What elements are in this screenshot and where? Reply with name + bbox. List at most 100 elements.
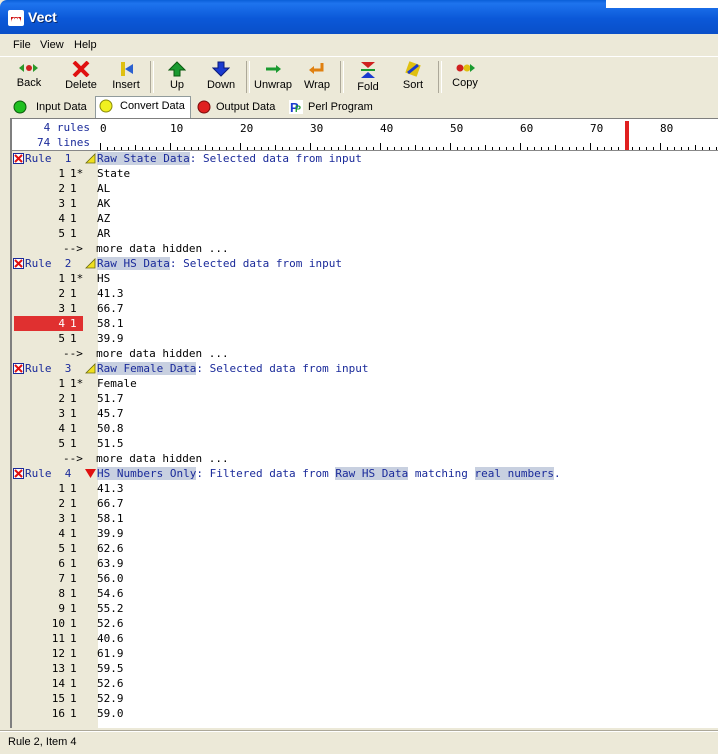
- data-row[interactable]: 13 1 59.5: [12, 661, 718, 676]
- tab-convert-data[interactable]: Convert Data: [95, 96, 191, 118]
- data-row[interactable]: 6 1 63.9: [12, 556, 718, 571]
- rule-name-link[interactable]: Raw State Data: [97, 152, 190, 165]
- delete-button[interactable]: Delete: [60, 59, 102, 95]
- filter-triangle-icon[interactable]: [85, 468, 96, 479]
- data-row[interactable]: 1 1* HS: [12, 271, 718, 286]
- ruler-tick: [394, 147, 395, 150]
- row-number: 2: [58, 392, 65, 405]
- rule-source-link[interactable]: Raw HS Data: [335, 467, 409, 480]
- data-row[interactable]: 5 1 62.6: [12, 541, 718, 556]
- magnet-icon: [8, 10, 24, 26]
- insert-button[interactable]: Insert: [106, 59, 146, 95]
- data-row[interactable]: 11 1 40.6: [12, 631, 718, 646]
- menu-view[interactable]: View: [40, 39, 64, 51]
- data-row[interactable]: 4 1 39.9: [12, 526, 718, 541]
- data-row[interactable]: 2 1 AL: [12, 181, 718, 196]
- select-triangle-icon[interactable]: [85, 153, 96, 164]
- data-row[interactable]: 5 1 AR: [12, 226, 718, 241]
- delete-rule-icon[interactable]: [13, 153, 24, 164]
- ruler-tick: [520, 143, 521, 150]
- row-number: 5: [58, 332, 65, 345]
- rule-header[interactable]: Rule 1 Raw State Data: Selected data from…: [12, 151, 718, 166]
- ruler-tick: [415, 145, 416, 150]
- rule-name-link[interactable]: Raw Female Data: [97, 362, 197, 375]
- copy-button[interactable]: Copy: [446, 59, 484, 95]
- delete-rule-icon[interactable]: [13, 363, 24, 374]
- row-value: State: [97, 167, 131, 180]
- data-row[interactable]: 2 1 51.7: [12, 391, 718, 406]
- ruler-tick: [254, 147, 255, 150]
- data-row[interactable]: 9 1 55.2: [12, 601, 718, 616]
- ruler-tick: [359, 147, 360, 150]
- data-row[interactable]: 4 1 50.8: [12, 421, 718, 436]
- down-button[interactable]: Down: [202, 59, 240, 95]
- data-row[interactable]: 15 1 52.9: [12, 691, 718, 706]
- ruler-tick: [198, 147, 199, 150]
- row-number: 6: [58, 557, 65, 570]
- data-row[interactable]: 3 1 AK: [12, 196, 718, 211]
- data-row[interactable]: 1 1* Female: [12, 376, 718, 391]
- toolbar-separator: [150, 61, 154, 93]
- tab-output-data[interactable]: Output Data: [194, 98, 282, 117]
- more-data-row[interactable]: --> more data hidden ...: [12, 451, 718, 466]
- data-row[interactable]: 10 1 52.6: [12, 616, 718, 631]
- data-row[interactable]: 3 1 58.1: [12, 511, 718, 526]
- menu-help[interactable]: Help: [74, 39, 97, 51]
- ruler-tick: [401, 147, 402, 150]
- data-row[interactable]: 7 1 56.0: [12, 571, 718, 586]
- ruler-tick: [184, 147, 185, 150]
- data-row[interactable]: 1 1 41.3: [12, 481, 718, 496]
- rule-pattern-link[interactable]: real numbers: [474, 467, 554, 480]
- ruler-tick: [366, 147, 367, 150]
- wrap-button[interactable]: Wrap: [300, 59, 334, 95]
- data-row[interactable]: 5 1 39.9: [12, 331, 718, 346]
- rule-header[interactable]: Rule 2 Raw HS Data: Selected data from in…: [12, 256, 718, 271]
- data-row[interactable]: 4 1 58.1: [12, 316, 718, 331]
- row-number: 3: [58, 197, 65, 210]
- data-row[interactable]: 1 1* State: [12, 166, 718, 181]
- status-text: Rule 2, Item 4: [8, 736, 77, 748]
- more-data-row[interactable]: --> more data hidden ...: [12, 241, 718, 256]
- tab-perl-program[interactable]: PP Perl Program: [286, 98, 376, 117]
- back-button[interactable]: Back: [10, 59, 48, 95]
- data-row[interactable]: 5 1 51.5: [12, 436, 718, 451]
- row-value: 39.9: [97, 527, 124, 540]
- data-row[interactable]: 2 1 41.3: [12, 286, 718, 301]
- up-button[interactable]: Up: [160, 59, 194, 95]
- column-ruler[interactable]: 4 rules 74 lines 0 10 20 30 40 50 60 70 80: [12, 119, 718, 151]
- sort-button[interactable]: Sort: [396, 59, 430, 95]
- row-value: 51.7: [97, 392, 124, 405]
- editor-pane[interactable]: 4 rules 74 lines 0 10 20 30 40 50 60 70 80 Rule …: [10, 118, 718, 728]
- select-triangle-icon[interactable]: [85, 363, 96, 374]
- ruler-cursor-marker[interactable]: [625, 121, 629, 150]
- ruler-tick: [170, 143, 171, 150]
- rule-name-link[interactable]: HS Numbers Only: [97, 467, 197, 480]
- delete-rule-icon[interactable]: [13, 258, 24, 269]
- data-row[interactable]: 8 1 54.6: [12, 586, 718, 601]
- select-triangle-icon[interactable]: [85, 258, 96, 269]
- data-row[interactable]: 14 1 52.6: [12, 676, 718, 691]
- data-row[interactable]: 12 1 61.9: [12, 646, 718, 661]
- window-title: Vect: [28, 9, 57, 25]
- tab-input-data[interactable]: Input Data: [10, 98, 94, 117]
- rule-header[interactable]: Rule 4 HS Numbers Only: Filtered data fro…: [12, 466, 718, 481]
- row-count: 1: [70, 287, 77, 300]
- data-row[interactable]: 16 1 59.0: [12, 706, 718, 721]
- data-row[interactable]: 2 1 66.7: [12, 496, 718, 511]
- fold-button[interactable]: Fold: [350, 59, 386, 95]
- ruler-tick: [275, 145, 276, 150]
- data-row[interactable]: 3 1 45.7: [12, 406, 718, 421]
- unwrap-button[interactable]: Unwrap: [252, 59, 294, 95]
- ruler-tick: [534, 147, 535, 150]
- ruler-tick: [464, 147, 465, 150]
- delete-rule-icon[interactable]: [13, 468, 24, 479]
- title-bar[interactable]: Vect: [0, 0, 718, 34]
- ruler-tick: [142, 147, 143, 150]
- more-data-row[interactable]: --> more data hidden ...: [12, 346, 718, 361]
- menu-file[interactable]: File: [13, 39, 31, 51]
- ruler-tick: [576, 147, 577, 150]
- data-row[interactable]: 4 1 AZ: [12, 211, 718, 226]
- rule-name-link[interactable]: Raw HS Data: [97, 257, 170, 270]
- data-row[interactable]: 3 1 66.7: [12, 301, 718, 316]
- rule-header[interactable]: Rule 3 Raw Female Data: Selected data fro…: [12, 361, 718, 376]
